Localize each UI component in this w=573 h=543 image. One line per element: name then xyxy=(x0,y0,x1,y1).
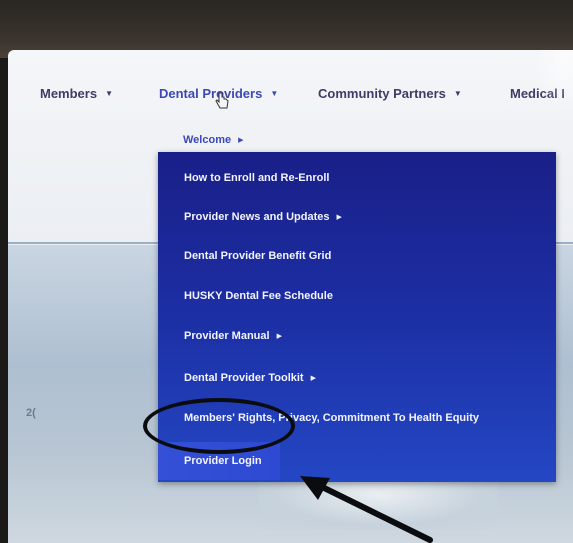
menu-item-label: HUSKY Dental Fee Schedule xyxy=(184,290,333,302)
hero-text: 2( xyxy=(26,407,36,419)
menu-item-label: How to Enroll and Re-Enroll xyxy=(184,172,330,184)
caret-right-icon: ▶ xyxy=(336,214,342,221)
menu-item-label: Provider News and Updates xyxy=(184,211,330,223)
menu-item-how-to-enroll[interactable]: How to Enroll and Re-Enroll xyxy=(184,172,329,184)
nav-members-label: Members xyxy=(40,86,98,101)
menu-item-fee-schedule[interactable]: HUSKY Dental Fee Schedule xyxy=(184,290,333,302)
submenu-welcome[interactable]: Welcome ▶ xyxy=(183,134,243,146)
submenu-welcome-label: Welcome xyxy=(183,134,232,146)
menu-item-benefit-grid[interactable]: Dental Provider Benefit Grid xyxy=(184,250,331,262)
menu-item-label: Provider Manual xyxy=(184,330,270,342)
main-nav: Members ▼ Dental Providers ▼ Community P… xyxy=(8,86,573,110)
menu-item-label: Dental Provider Toolkit xyxy=(184,372,304,384)
annotation-circle xyxy=(143,398,295,454)
arrow-up-left-icon xyxy=(300,476,433,543)
nav-community-partners-label: Community Partners xyxy=(318,86,446,101)
hand-cursor-icon xyxy=(215,92,229,109)
menu-item-label: Dental Provider Benefit Grid xyxy=(184,250,332,262)
screen-glare xyxy=(533,50,573,110)
caret-down-icon: ▼ xyxy=(270,89,279,98)
caret-down-icon: ▼ xyxy=(105,89,113,98)
nav-members[interactable]: Members ▼ xyxy=(40,86,113,101)
caret-right-icon: ▶ xyxy=(238,137,244,144)
nav-community-partners[interactable]: Community Partners ▼ xyxy=(318,86,462,101)
caret-right-icon: ▶ xyxy=(310,375,316,382)
caret-right-icon: ▶ xyxy=(276,333,282,340)
nav-dental-providers-label: Dental Providers xyxy=(159,86,263,101)
menu-item-provider-toolkit[interactable]: Dental Provider Toolkit ▶ xyxy=(184,372,316,384)
menu-item-provider-manual[interactable]: Provider Manual ▶ xyxy=(184,330,282,342)
menu-item-provider-news[interactable]: Provider News and Updates ▶ xyxy=(184,211,342,223)
caret-down-icon: ▼ xyxy=(453,89,462,98)
